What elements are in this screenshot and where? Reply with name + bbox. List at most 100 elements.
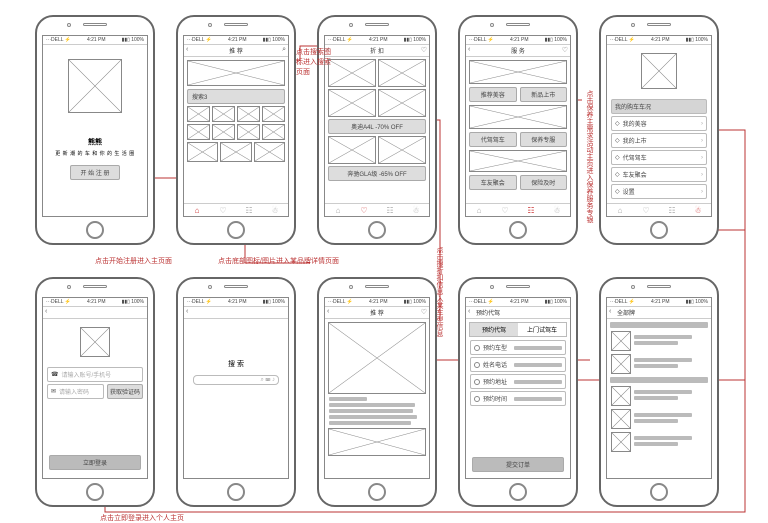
brand-name: 熊熊 — [88, 137, 102, 147]
banner[interactable] — [469, 60, 567, 84]
text-line — [329, 415, 417, 419]
phone-p6: ···DELL ⚡4:21 PM▮▮▯ 100% ‹ ☎请输入账号/手机号 ✉请… — [35, 277, 155, 507]
menu-item[interactable]: ◇我的美容› — [611, 116, 707, 131]
title: 折 扣 — [370, 46, 384, 55]
start-button[interactable]: 开 始 注 册 — [70, 165, 120, 180]
tab-discount[interactable]: ♡ — [492, 204, 518, 216]
svc-btn[interactable]: 新品上市 — [520, 87, 568, 102]
back-chevron-icon[interactable]: ‹ — [468, 46, 470, 53]
menu-item[interactable]: ◇我的上市› — [611, 133, 707, 148]
form-row[interactable]: 预约地址 — [470, 374, 566, 389]
title: 推 荐 — [229, 46, 243, 55]
svc-btn[interactable]: 代驾驾车 — [469, 132, 517, 147]
tab-mine[interactable]: ☃ — [262, 204, 288, 216]
search-bar[interactable]: 搜索3 — [187, 89, 285, 104]
cat-tile[interactable] — [187, 124, 210, 140]
back-chevron-icon[interactable]: ‹ — [186, 46, 188, 53]
form-row[interactable]: 预约车型 — [470, 340, 566, 355]
submit-button[interactable]: 提交订单 — [472, 457, 564, 472]
cat-tile[interactable] — [212, 124, 235, 140]
back-chevron-icon[interactable]: ‹ — [186, 308, 188, 315]
promo-tile[interactable] — [220, 142, 251, 162]
banner[interactable] — [469, 150, 567, 172]
menu-item[interactable]: ◇车友聚会› — [611, 167, 707, 182]
svc-btn[interactable]: 保险及时 — [520, 175, 568, 190]
text-line — [329, 409, 413, 413]
status-time: 4:21 PM — [87, 37, 106, 43]
banner[interactable] — [469, 105, 567, 129]
list-item[interactable] — [611, 386, 707, 406]
tab-mine[interactable]: ☃ — [544, 204, 570, 216]
annotation: 点击搜索图标进入搜索页面 — [296, 47, 336, 77]
tab-discount[interactable]: ♡ — [351, 204, 377, 216]
tab-discount[interactable]: ♡ — [633, 204, 659, 216]
section-header — [610, 377, 708, 383]
tab-mine[interactable]: ☃ — [403, 204, 429, 216]
list-item[interactable] — [611, 432, 707, 452]
phone-p9: ···DELL ⚡4:21 PM▮▮▯ 100% ‹预约代驾 预约代驾 上门试驾… — [458, 277, 578, 507]
form-row[interactable]: 姓名电话 — [470, 357, 566, 372]
form-row[interactable]: 预约时间 — [470, 391, 566, 406]
discount-img[interactable] — [378, 136, 426, 164]
promo-tile[interactable] — [187, 142, 218, 162]
discount-img[interactable] — [378, 59, 426, 87]
detail-secondary[interactable] — [328, 428, 426, 456]
avatar-placeholder[interactable] — [641, 53, 677, 89]
list-item[interactable] — [611, 409, 707, 429]
menu-item[interactable]: ◇代驾驾车› — [611, 150, 707, 165]
tab-reserve[interactable]: 预约代驾 — [470, 323, 518, 336]
tab-home[interactable]: ⌂ — [466, 204, 492, 216]
tab-service[interactable]: ☷ — [518, 204, 544, 216]
cat-tile[interactable] — [262, 106, 285, 122]
discount-img[interactable] — [328, 136, 376, 164]
back-chevron-icon[interactable]: ‹ — [609, 308, 611, 315]
title: 服 务 — [511, 46, 525, 55]
login-button[interactable]: 立即登录 — [49, 455, 141, 470]
detail-hero[interactable] — [328, 322, 426, 394]
tab-testdrive[interactable]: 上门试驾车 — [518, 323, 566, 336]
hero-banner[interactable] — [187, 60, 285, 86]
back-chevron-icon[interactable]: ‹ — [468, 308, 470, 315]
svc-btn[interactable]: 推荐美容 — [469, 87, 517, 102]
list-item[interactable] — [611, 331, 707, 351]
list-item[interactable] — [611, 354, 707, 374]
input-icons: ⌕ ⌨ ♪ — [261, 377, 276, 384]
promo-label-1: 奥迪A4L -70% OFF — [328, 119, 426, 134]
tab-discount[interactable]: ♡ — [210, 204, 236, 216]
text-line — [329, 397, 367, 401]
discount-img[interactable] — [378, 89, 426, 117]
cat-tile[interactable] — [212, 106, 235, 122]
mine-header: 我的购车车况 — [611, 99, 707, 114]
tab-service[interactable]: ☷ — [377, 204, 403, 216]
menu-item[interactable]: ◇设置› — [611, 184, 707, 199]
title: 推 荐 — [370, 308, 384, 317]
tab-service[interactable]: ☷ — [659, 204, 685, 216]
booking-tabs: 预约代驾 上门试驾车 — [469, 322, 567, 337]
cat-tile[interactable] — [237, 124, 260, 140]
heart-icon[interactable]: ♡ — [421, 308, 427, 316]
discount-img[interactable] — [328, 89, 376, 117]
search-input[interactable]: ⌕ ⌨ ♪ — [193, 375, 279, 385]
back-label: 预约代驾 — [476, 308, 500, 317]
tab-bar: ⌂ ♡ ☷ ☃ — [184, 203, 288, 216]
cat-tile[interactable] — [262, 124, 285, 140]
cat-tile[interactable] — [187, 106, 210, 122]
promo-tile[interactable] — [254, 142, 285, 162]
phone-p2: ···DELL ⚡4:21 PM▮▮▯ 100% ‹ 推 荐 ⌕ 搜索3 — [176, 15, 296, 245]
get-code-button[interactable]: 获取验证码 — [107, 384, 143, 399]
heart-icon[interactable]: ♡ — [562, 46, 568, 54]
search-icon[interactable]: ⌕ — [282, 46, 286, 54]
cat-tile[interactable] — [237, 106, 260, 122]
tab-home[interactable]: ⌂ — [184, 204, 210, 216]
code-input[interactable]: ✉请输入密码 — [47, 384, 104, 399]
svc-btn[interactable]: 车友聚会 — [469, 175, 517, 190]
tab-mine[interactable]: ☃ — [685, 204, 711, 216]
svc-btn[interactable]: 保养专服 — [520, 132, 568, 147]
heart-icon[interactable]: ♡ — [421, 46, 427, 54]
username-input[interactable]: ☎请输入账号/手机号 — [47, 367, 143, 382]
back-chevron-icon[interactable]: ‹ — [327, 308, 329, 315]
tab-home[interactable]: ⌂ — [325, 204, 351, 216]
tab-service[interactable]: ☷ — [236, 204, 262, 216]
tab-home[interactable]: ⌂ — [607, 204, 633, 216]
back-chevron-icon[interactable]: ‹ — [45, 308, 47, 315]
